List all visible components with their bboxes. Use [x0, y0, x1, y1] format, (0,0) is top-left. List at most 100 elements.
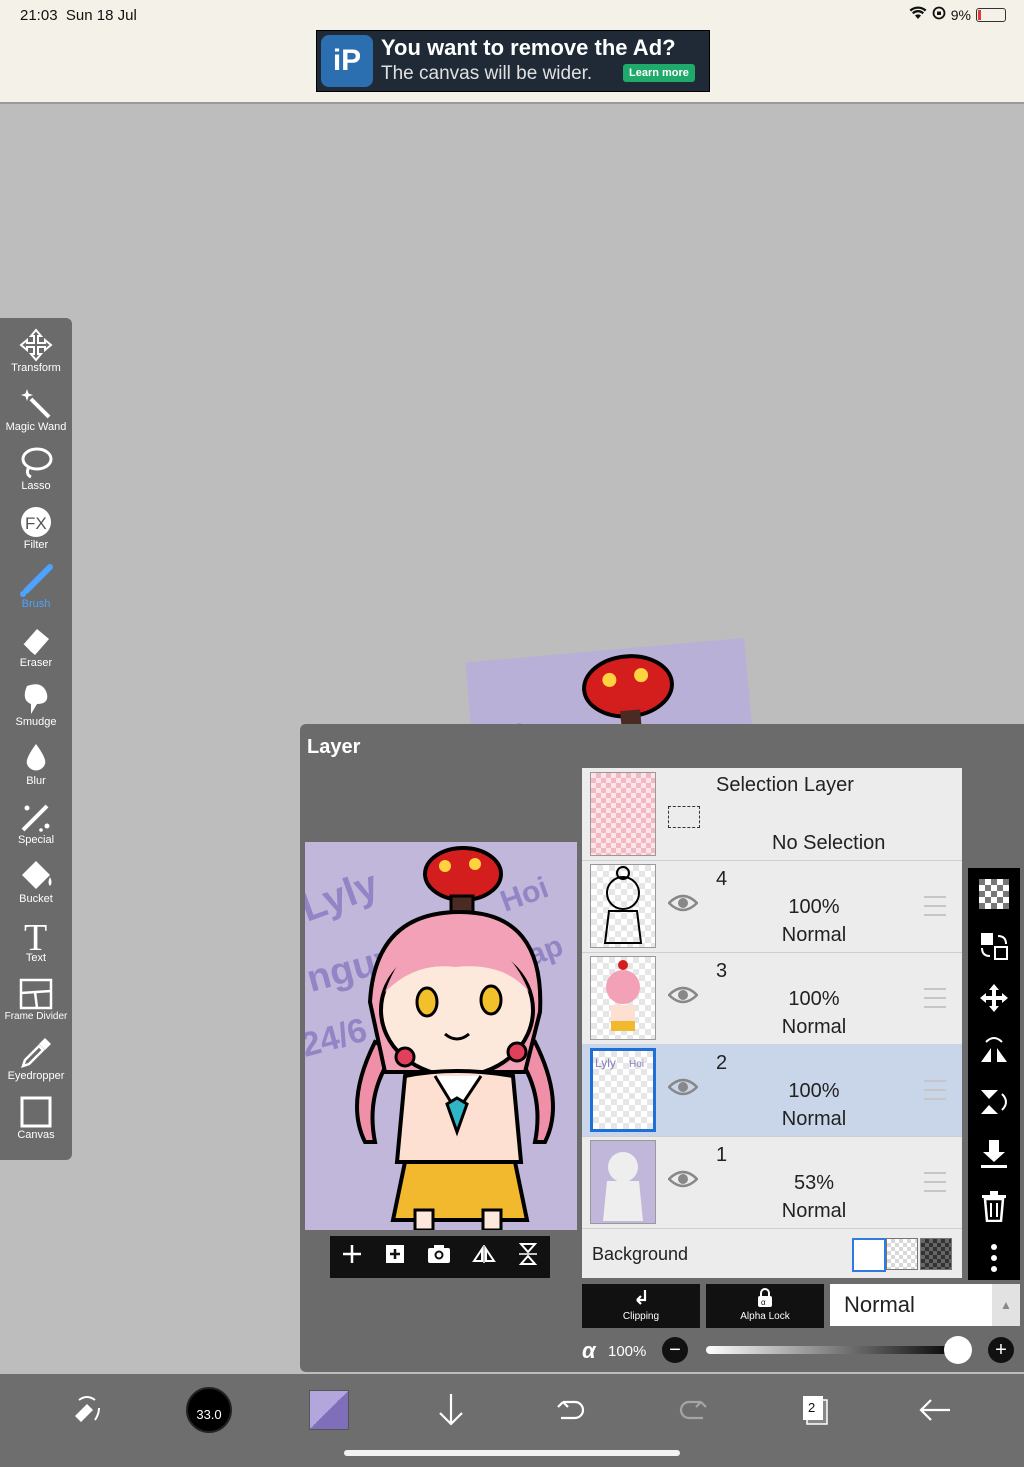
merge-down-button[interactable]	[968, 1128, 1020, 1180]
magic-wand-icon	[0, 385, 72, 423]
flip-vertical-button[interactable]	[517, 1242, 539, 1272]
undo-icon	[557, 1400, 585, 1420]
flip-layer-vertical-button[interactable]	[968, 1076, 1020, 1128]
orientation-lock-icon	[932, 6, 946, 23]
layer-panel: Layer Lyly nguy 24/6 Hoi dap Selection L…	[300, 724, 1024, 1372]
layer-swap-button[interactable]	[968, 920, 1020, 972]
svg-text:α: α	[761, 1298, 766, 1307]
layer-count: 2	[808, 1400, 816, 1415]
tool-eraser[interactable]: Eraser	[0, 621, 72, 679]
layer-row-1[interactable]: 1 53% Normal	[582, 1136, 962, 1229]
eraser-icon	[0, 621, 72, 659]
layers-button[interactable]: 2	[790, 1384, 840, 1436]
flip-horizontal-icon	[472, 1245, 497, 1263]
blend-mode-select[interactable]: Normal	[830, 1284, 1004, 1326]
text-t-icon: T	[0, 916, 72, 954]
visibility-eye-icon[interactable]	[667, 984, 699, 1011]
tool-blur[interactable]: Blur	[0, 739, 72, 797]
flip-vertical-icon	[519, 1243, 538, 1265]
tool-filter[interactable]: FX Filter	[0, 503, 72, 561]
layer-row-2[interactable]: Lyly Hoi 2 100% Normal	[582, 1044, 962, 1137]
tool-text[interactable]: T Text	[0, 916, 72, 974]
svg-text:Hoi: Hoi	[629, 1059, 644, 1070]
import-photo-button[interactable]	[427, 1243, 451, 1271]
tool-magic-wand[interactable]: Magic Wand	[0, 385, 72, 443]
tool-canvas[interactable]: Canvas	[0, 1093, 72, 1151]
drag-handle-icon[interactable]	[924, 988, 946, 1008]
layer-swap-icon	[981, 933, 1008, 960]
clipping-button[interactable]: Clipping	[582, 1284, 700, 1328]
tool-smudge[interactable]: Smudge	[0, 680, 72, 738]
layer-thumbnail	[590, 1140, 656, 1224]
arrow-down-icon	[439, 1394, 463, 1426]
tool-switch-button[interactable]	[62, 1384, 112, 1436]
move-layer-button[interactable]	[968, 972, 1020, 1024]
back-button[interactable]	[910, 1384, 960, 1436]
layer-panel-title: Layer	[307, 736, 361, 758]
bucket-icon	[0, 857, 72, 895]
visibility-eye-icon[interactable]	[667, 1076, 699, 1103]
checkerboard-icon	[979, 879, 1009, 909]
alpha-lock-button[interactable]: α Alpha Lock	[706, 1284, 824, 1328]
status-icons: 9%	[909, 6, 1006, 23]
add-layer-copy-button[interactable]	[384, 1243, 406, 1271]
drop-icon	[0, 739, 72, 777]
bottom-bar: 33.0 2	[0, 1374, 1024, 1467]
learn-more-button[interactable]: Learn more	[623, 64, 695, 82]
transparency-button[interactable]	[968, 868, 1020, 920]
selection-layer-row[interactable]: Selection Layer No Selection	[582, 768, 962, 861]
tool-transform[interactable]: Transform	[0, 326, 72, 384]
drag-handle-icon[interactable]	[924, 1080, 946, 1100]
tool-brush[interactable]: Brush	[0, 562, 72, 620]
layer-thumbnail: Lyly Hoi	[590, 1048, 656, 1132]
redo-button[interactable]	[668, 1384, 718, 1436]
brush-size-button[interactable]: 33.0	[184, 1384, 234, 1436]
clipping-arrow-icon	[636, 1290, 647, 1305]
svg-text:24/6: 24/6	[305, 1011, 371, 1065]
svg-text:Lyly: Lyly	[595, 1056, 616, 1070]
tool-bar: Transform Magic Wand Lasso FX Filter Bru…	[0, 318, 72, 1160]
visibility-eye-icon[interactable]	[667, 892, 699, 919]
tool-special[interactable]: Special	[0, 798, 72, 856]
smudge-icon	[0, 680, 72, 718]
opacity-decrease-button[interactable]: −	[662, 1337, 688, 1363]
background-dark-swatch[interactable]	[920, 1238, 952, 1270]
chevron-up-icon[interactable]: ▲	[992, 1284, 1020, 1326]
opacity-slider[interactable]	[706, 1346, 960, 1354]
background-transparent-swatch[interactable]	[886, 1238, 918, 1270]
layer-row-4[interactable]: 4 100% Normal	[582, 860, 962, 953]
tool-lasso[interactable]: Lasso	[0, 444, 72, 502]
ad-banner[interactable]: iP You want to remove the Ad? The canvas…	[316, 30, 710, 92]
trash-icon	[982, 1191, 1006, 1222]
visibility-eye-icon[interactable]	[667, 1168, 699, 1195]
layer-preview[interactable]: Lyly nguy 24/6 Hoi dap	[305, 842, 577, 1230]
layer-row-3[interactable]: 3 100% Normal	[582, 952, 962, 1045]
color-button[interactable]	[304, 1384, 354, 1436]
undo-button[interactable]	[546, 1384, 596, 1436]
tool-frame-divider[interactable]: Frame Divider	[0, 975, 72, 1033]
canvas-icon	[0, 1093, 72, 1131]
layer-thumbnail	[590, 956, 656, 1040]
layer-tools-sidebar	[968, 868, 1020, 1280]
opacity-increase-button[interactable]: +	[988, 1337, 1014, 1363]
selection-rect-icon	[668, 806, 700, 828]
more-options-button[interactable]	[968, 1232, 1020, 1284]
background-white-swatch[interactable]	[852, 1238, 886, 1272]
add-layer-button[interactable]	[341, 1243, 363, 1271]
special-wand-icon	[0, 798, 72, 836]
drag-handle-icon[interactable]	[924, 1172, 946, 1192]
tool-bucket[interactable]: Bucket	[0, 857, 72, 915]
flip-vertical-icon	[981, 1090, 1007, 1114]
layer-list: Selection Layer No Selection 4 100% Norm…	[582, 768, 962, 1278]
drag-handle-icon[interactable]	[924, 896, 946, 916]
flip-layer-horizontal-button[interactable]	[968, 1024, 1020, 1076]
delete-layer-button[interactable]	[968, 1180, 1020, 1232]
selection-layer-thumbnail	[590, 772, 656, 856]
plus-icon: +	[995, 1339, 1007, 1361]
home-indicator	[344, 1450, 680, 1456]
tool-eyedropper[interactable]: Eyedropper	[0, 1034, 72, 1092]
flip-horizontal-icon	[981, 1037, 1007, 1062]
flip-horizontal-button[interactable]	[472, 1243, 497, 1271]
opacity-slider-knob[interactable]	[944, 1336, 972, 1364]
download-button[interactable]	[426, 1384, 476, 1436]
